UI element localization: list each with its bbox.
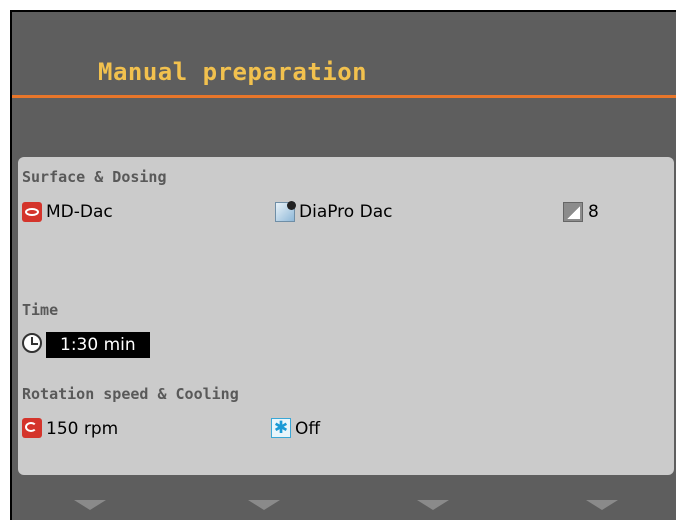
softkey-3-indicator[interactable]	[417, 500, 449, 510]
softkey-4-indicator[interactable]	[586, 500, 618, 510]
machine-screen: Manual preparation	[10, 10, 676, 520]
cooling-value[interactable]: Off	[295, 418, 320, 440]
surface-dosing-label: Surface & Dosing	[22, 168, 167, 186]
time-value-field[interactable]: 1:30 min	[46, 332, 150, 358]
rotation-cooling-label: Rotation speed & Cooling	[22, 385, 239, 403]
dosing-level-value[interactable]: 8	[588, 201, 599, 223]
surface-value[interactable]: MD-Dac	[46, 201, 113, 223]
surface-disc-icon	[22, 202, 42, 222]
signal-level-icon	[563, 202, 583, 222]
snowflake-icon: ✱	[271, 418, 291, 438]
rotation-icon	[22, 418, 42, 438]
dosing-bottle-icon	[275, 201, 296, 222]
softkey-2-indicator[interactable]	[248, 500, 280, 510]
header-divider	[12, 95, 676, 98]
time-label: Time	[22, 301, 59, 319]
rotation-speed-value[interactable]: 150 rpm	[46, 418, 118, 440]
clock-icon	[22, 333, 42, 353]
page-title: Manual preparation	[98, 58, 368, 86]
dosing-value[interactable]: DiaPro Dac	[299, 201, 392, 223]
softkey-1-indicator[interactable]	[74, 500, 106, 510]
